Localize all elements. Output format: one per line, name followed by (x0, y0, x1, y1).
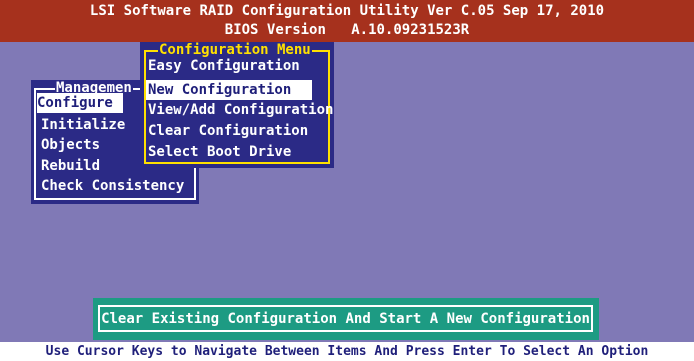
bios-version: BIOS Version A.10.09231523R (0, 22, 694, 38)
menu-item-new-configuration[interactable]: New Configuration (146, 80, 312, 100)
menu-item-check-consistency[interactable]: Check Consistency (41, 176, 184, 196)
menu-item-easy-configuration[interactable]: Easy Configuration (148, 56, 300, 76)
menu-item-select-boot-drive[interactable]: Select Boot Drive (148, 142, 291, 162)
menu-item-view-add-configuration[interactable]: View/Add Configuration (148, 100, 333, 120)
menu-item-objects[interactable]: Objects (41, 135, 100, 155)
bios-version-label: BIOS Version (224, 22, 326, 38)
menu-item-initialize[interactable]: Initialize (41, 115, 125, 135)
app-title: LSI Software RAID Configuration Utility … (89, 3, 605, 19)
status-message: Clear Existing Configuration And Start A… (98, 305, 593, 332)
status-box: Clear Existing Configuration And Start A… (93, 298, 599, 340)
configuration-menu: Configuration Menu Easy Configuration Ne… (140, 42, 334, 168)
menu-item-rebuild[interactable]: Rebuild (41, 156, 100, 176)
title-bar: LSI Software RAID Configuration Utility … (0, 0, 694, 42)
menu-item-configure[interactable]: Configure (37, 93, 123, 113)
menu-item-clear-configuration[interactable]: Clear Configuration (148, 121, 308, 141)
bios-version-value: A.10.09231523R (351, 22, 470, 38)
footer-hint: Use Cursor Keys to Navigate Between Item… (0, 342, 694, 361)
